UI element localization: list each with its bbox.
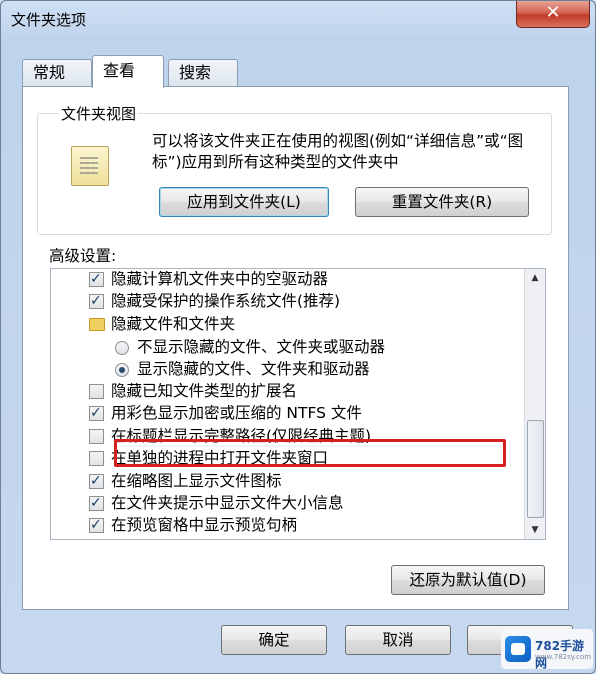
scroll-up-arrow-icon[interactable]: ▲ (525, 269, 545, 287)
site-watermark: 782手游网 www.782sy.com (501, 629, 593, 670)
checkbox-preview-handlers[interactable] (89, 514, 104, 537)
apply-to-folders-button[interactable]: 应用到文件夹(L) (159, 187, 329, 217)
radio-do-not-show-hidden[interactable] (115, 341, 129, 355)
list-item-label: 用彩色显示加密或压缩的 NTFS 文件 (111, 404, 362, 422)
tab-general-label: 常规 (33, 63, 66, 82)
checkbox-thumbnail-icons[interactable] (89, 470, 104, 493)
restore-defaults-button[interactable]: 还原为默认值(D) (391, 565, 545, 595)
close-icon: ✕ (545, 2, 561, 23)
list-item-label: 在文件夹提示中显示文件大小信息 (111, 494, 344, 512)
scrollbar-thumb[interactable] (527, 420, 544, 518)
checkbox-separate-process[interactable] (89, 451, 104, 466)
reset-folders-button[interactable]: 重置文件夹(R) (355, 187, 529, 217)
advanced-settings-label: 高级设置: (49, 247, 117, 265)
folder-options-window: 文件夹选项 ✕ 常规 查看 搜索 文件夹视图 可以将该文件夹正在使用的视图(例如… (0, 0, 596, 674)
site-logo-icon (505, 636, 531, 662)
highlight-box (114, 439, 506, 467)
close-button[interactable]: ✕ (516, 1, 590, 28)
folder-view-group: 文件夹视图 可以将该文件夹正在使用的视图(例如“详细信息”或“图标”)应用到所有… (37, 103, 552, 235)
list-scrollbar[interactable]: ▲ ▼ (524, 269, 545, 539)
scroll-down-arrow-icon[interactable]: ▼ (525, 521, 545, 539)
list-item-label: 隐藏受保护的操作系统文件(推荐) (111, 292, 341, 310)
checkbox-color-ntfs[interactable] (89, 402, 104, 425)
list-item-label: 在缩略图上显示文件图标 (111, 472, 282, 490)
ok-label: 确定 (258, 631, 290, 649)
tab-search[interactable]: 搜索 (168, 59, 238, 86)
list-item-label: 隐藏文件和文件夹 (111, 315, 236, 333)
apply-to-folders-label: 应用到文件夹(L) (187, 193, 301, 211)
tab-search-label: 搜索 (179, 63, 212, 82)
checkbox-size-tooltip[interactable] (89, 492, 104, 515)
title-bar[interactable]: 文件夹选项 ✕ (1, 1, 595, 41)
checkbox-hide-empty-drives[interactable] (89, 269, 104, 291)
list-item-label: 隐藏计算机文件夹中的空驱动器 (111, 270, 329, 288)
tab-view[interactable]: 查看 (92, 55, 164, 88)
checkbox-hide-extensions[interactable] (89, 384, 104, 399)
tab-general[interactable]: 常规 (22, 59, 92, 86)
folder-view-icon (71, 146, 109, 186)
window-title: 文件夹选项 (11, 11, 87, 29)
tab-view-label: 查看 (103, 61, 136, 80)
ok-button[interactable]: 确定 (221, 625, 327, 655)
folder-view-description: 可以将该文件夹正在使用的视图(例如“详细信息”或“图标”)应用到所有这种类型的文… (152, 132, 524, 171)
list-item-label: 显示隐藏的文件、文件夹和驱动器 (137, 360, 370, 378)
reset-folders-label: 重置文件夹(R) (391, 193, 493, 211)
radio-show-hidden[interactable] (115, 363, 129, 377)
restore-defaults-label: 还原为默认值(D) (409, 571, 527, 589)
tab-content-panel: 文件夹视图 可以将该文件夹正在使用的视图(例如“详细信息”或“图标”)应用到所有… (22, 86, 569, 610)
watermark-url: www.782sy.com (535, 653, 592, 661)
list-item-label: 在预览窗格中显示预览句柄 (111, 516, 298, 534)
advanced-settings-list[interactable]: 隐藏计算机文件夹中的空驱动器 隐藏受保护的操作系统文件(推荐) 隐藏文件和文件夹… (50, 268, 546, 540)
folder-view-group-label: 文件夹视图 (59, 103, 139, 124)
folder-icon (89, 318, 105, 331)
checkbox-hide-protected-files[interactable] (89, 290, 104, 313)
list-item-label: 不显示隐藏的文件、文件夹或驱动器 (137, 338, 386, 356)
cancel-button[interactable]: 取消 (345, 625, 451, 655)
cancel-label: 取消 (382, 631, 414, 649)
list-item-label: 隐藏已知文件类型的扩展名 (111, 382, 298, 400)
checkbox-full-path-title[interactable] (89, 429, 104, 444)
